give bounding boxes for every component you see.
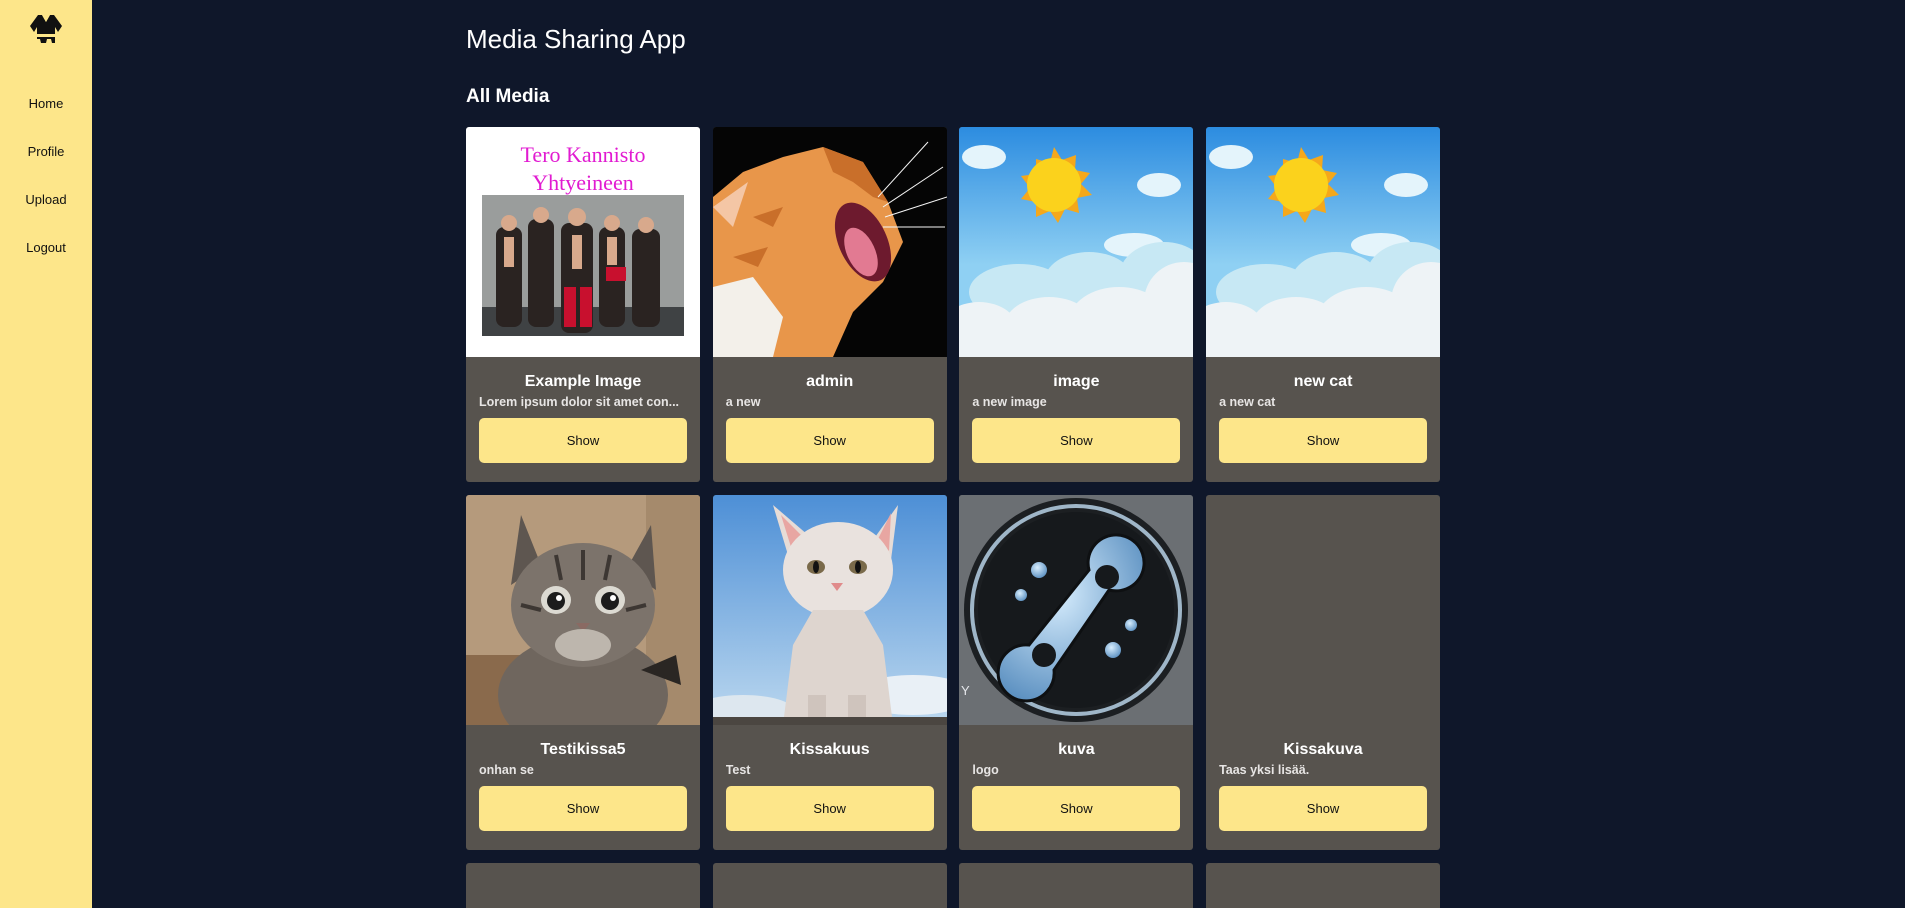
media-description: logo xyxy=(972,763,999,777)
media-card: admin a new Show xyxy=(712,127,947,482)
media-card xyxy=(1206,863,1441,908)
empty-thumbnail xyxy=(1206,495,1440,725)
media-card: Y kuva logo Show xyxy=(959,495,1194,850)
sidebar-item-upload[interactable]: Upload xyxy=(0,188,92,236)
media-title: new cat xyxy=(1293,373,1353,390)
white-kitten-image xyxy=(712,495,947,725)
show-button[interactable]: Show xyxy=(479,418,687,463)
media-description: a new image xyxy=(972,395,1047,409)
media-card: Testikissa5 onhan se Show xyxy=(466,495,700,850)
kimono-logo-icon[interactable] xyxy=(28,12,64,48)
section-title: All Media xyxy=(466,86,550,107)
media-title: Example Image xyxy=(524,373,642,390)
media-title: kuva xyxy=(1058,741,1095,758)
media-description: onhan se xyxy=(479,763,534,777)
band-poster-image: Tero Kannisto Yhtyeineen xyxy=(466,127,700,357)
show-button[interactable]: Show xyxy=(725,786,934,831)
tech-logo-image: Y xyxy=(959,495,1194,725)
show-button[interactable]: Show xyxy=(1219,418,1428,463)
media-description: Lorem ipsum dolor sit amet con... xyxy=(479,395,680,409)
media-description: Test xyxy=(725,763,751,777)
show-button[interactable]: Show xyxy=(725,418,934,463)
page-title: Media Sharing App xyxy=(466,24,686,54)
media-card xyxy=(712,863,947,908)
media-title: Testikissa5 xyxy=(540,741,626,758)
media-description: a new cat xyxy=(1219,395,1276,409)
show-button[interactable]: Show xyxy=(479,786,687,831)
media-card xyxy=(959,863,1194,908)
poster-line-2: Yhtyeineen xyxy=(532,170,633,195)
poster-line-1: Tero Kannisto xyxy=(521,142,646,167)
sun-clouds-image xyxy=(1206,127,1441,357)
sidebar-nav: Home Profile Upload Logout xyxy=(0,92,92,284)
sun-clouds-image xyxy=(959,127,1194,357)
sidebar: Home Profile Upload Logout xyxy=(0,0,92,908)
media-description: a new xyxy=(725,395,761,409)
show-button[interactable]: Show xyxy=(972,786,1181,831)
logo-corner-text: Y xyxy=(961,683,970,698)
media-card: Kissakuva Taas yksi lisää. Show xyxy=(1206,495,1441,850)
media-card: image a new image Show xyxy=(959,127,1194,482)
yawning-cat-image xyxy=(712,127,947,357)
media-card: new cat a new cat Show xyxy=(1206,127,1441,482)
media-description: Taas yksi lisää. xyxy=(1219,763,1310,777)
kitten-image xyxy=(466,495,700,725)
media-card: Tero Kannisto Yhtyeineen Example Image L… xyxy=(466,127,700,482)
media-title: Kissakuus xyxy=(789,741,870,758)
sidebar-item-logout[interactable]: Logout xyxy=(0,236,92,284)
media-card xyxy=(466,863,700,908)
media-title: image xyxy=(1053,373,1100,390)
media-card: Kissakuus Test Show xyxy=(712,495,947,850)
sidebar-item-profile[interactable]: Profile xyxy=(0,140,92,188)
sidebar-item-home[interactable]: Home xyxy=(0,92,92,140)
media-grid: Tero Kannisto Yhtyeineen Example Image L… xyxy=(466,127,1441,908)
media-title: Kissakuva xyxy=(1283,741,1363,758)
show-button[interactable]: Show xyxy=(1219,786,1428,831)
media-title: admin xyxy=(806,373,854,390)
show-button[interactable]: Show xyxy=(972,418,1181,463)
